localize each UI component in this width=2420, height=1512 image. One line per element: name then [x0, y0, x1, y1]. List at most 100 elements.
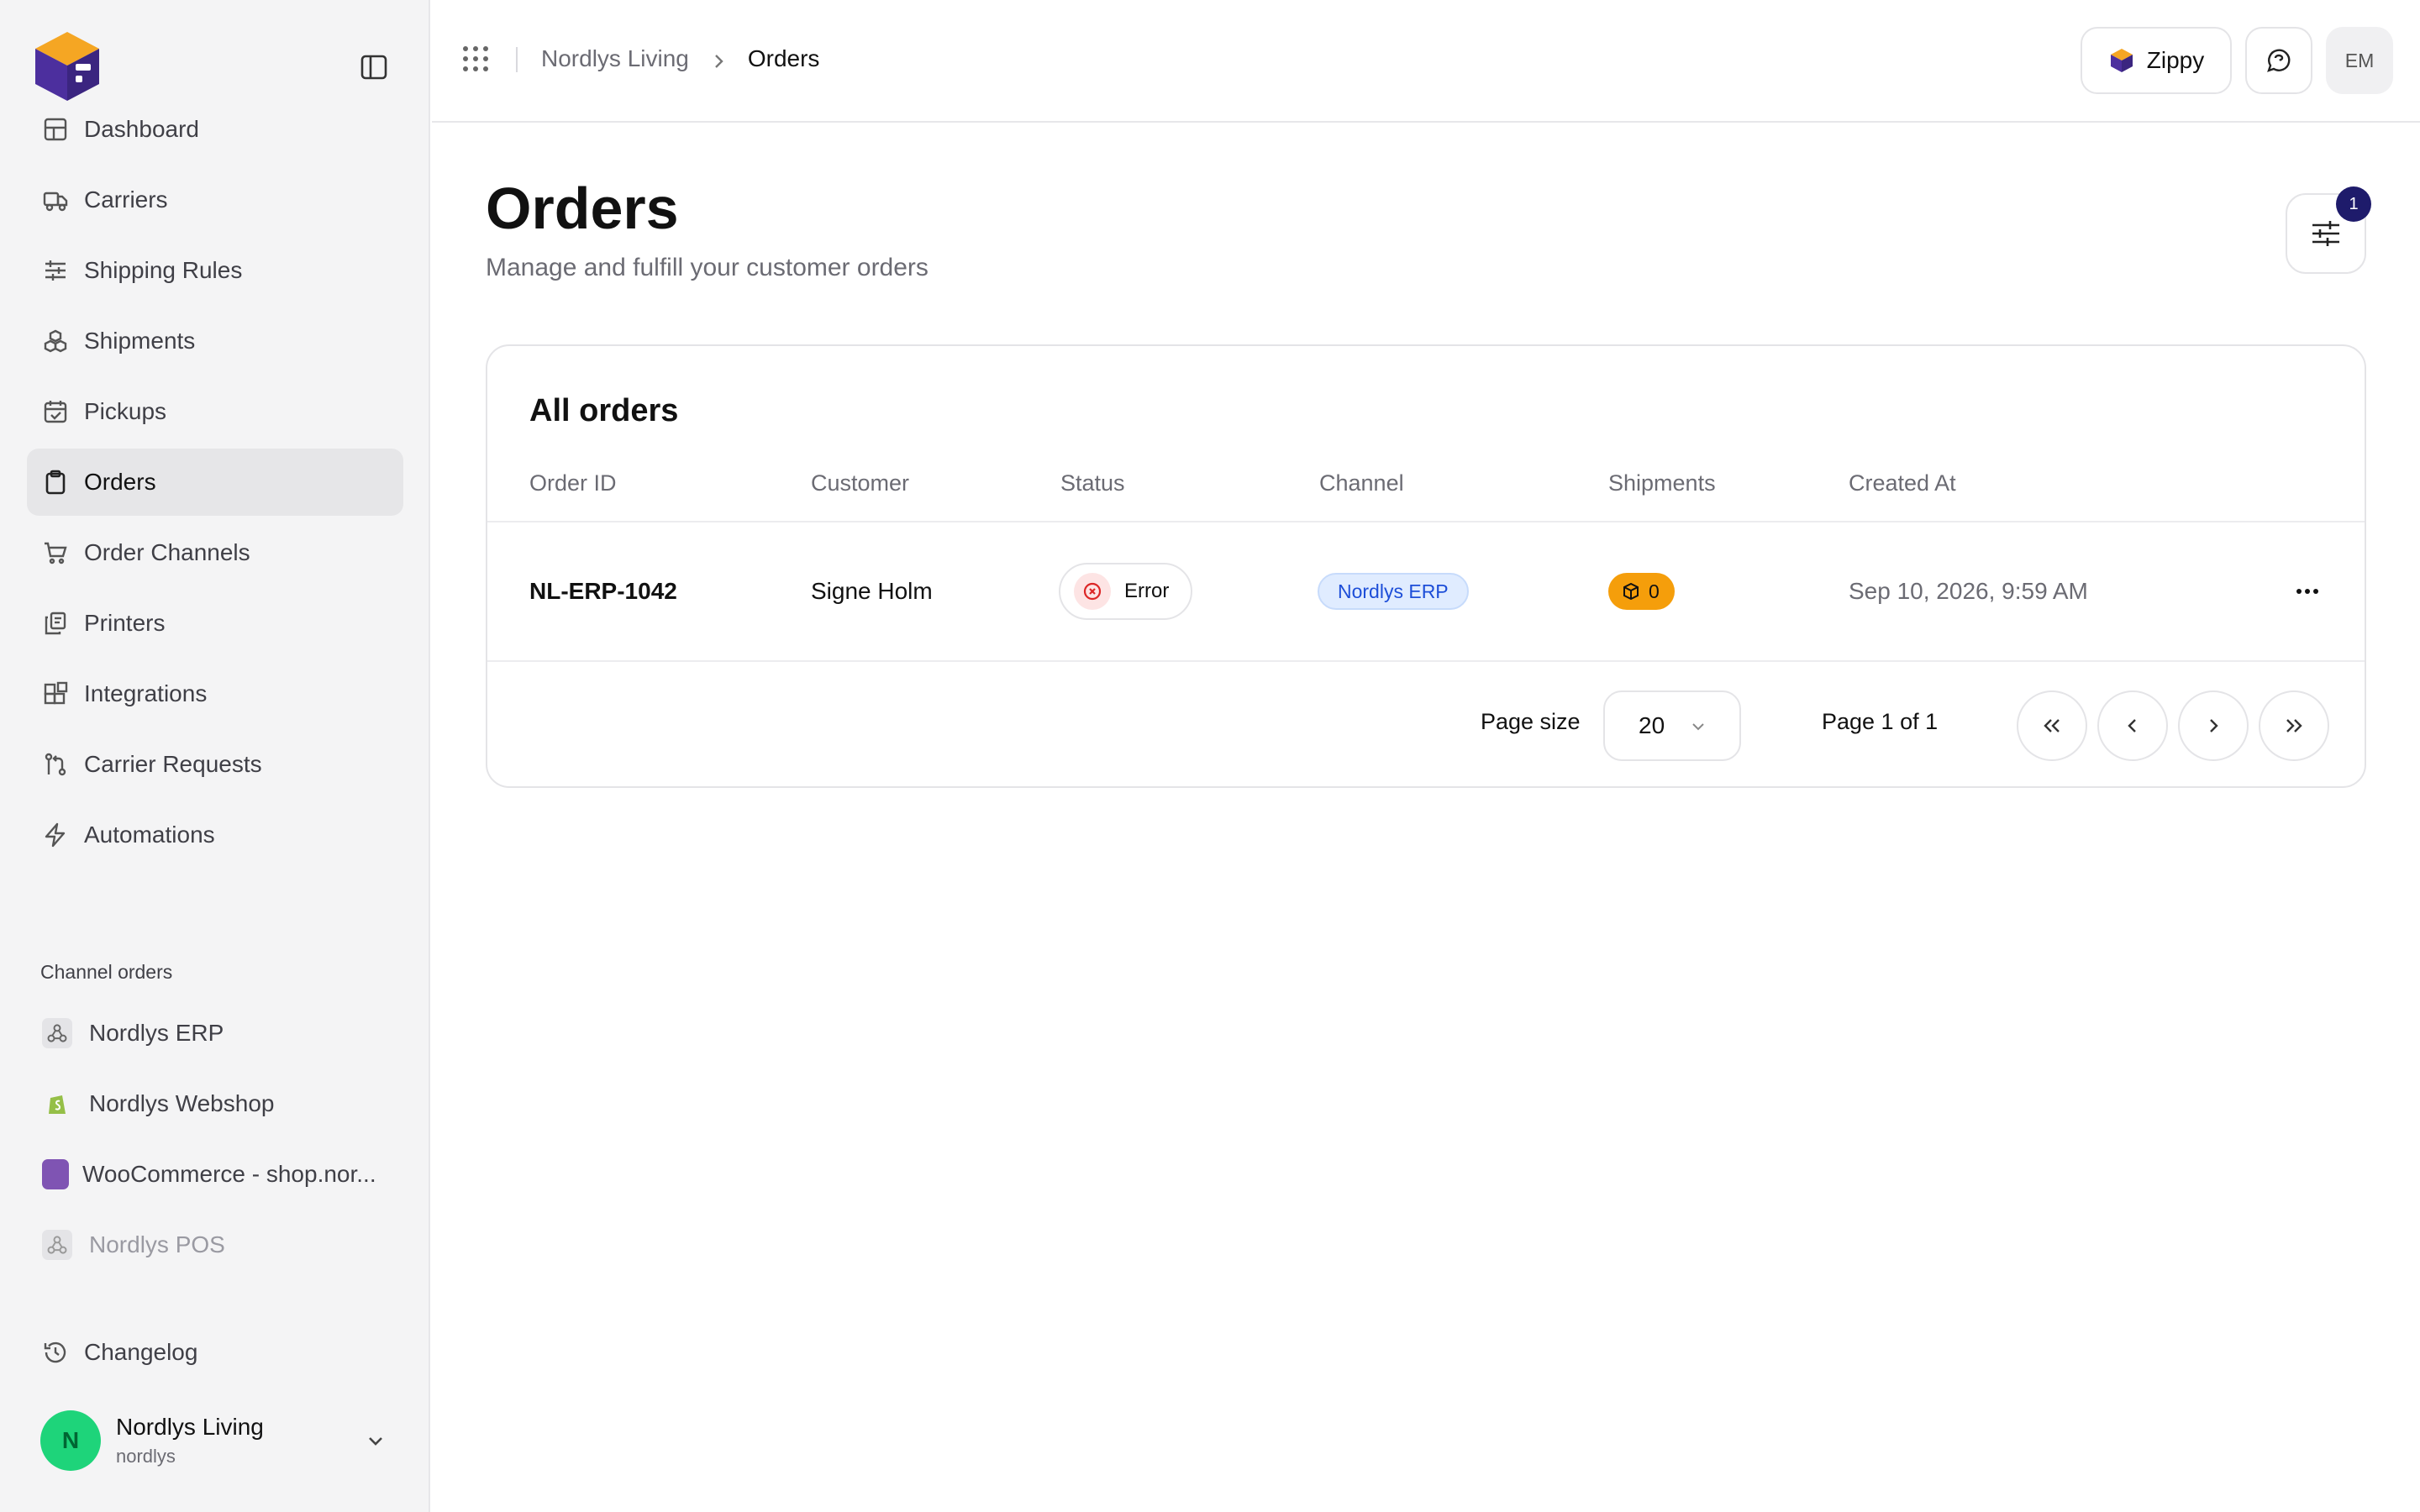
channel-label: Nordlys Webshop	[89, 1090, 275, 1116]
channel-item-nordlys-webshop[interactable]: Nordlys Webshop	[27, 1070, 403, 1137]
filter-count-badge: 1	[2336, 186, 2371, 222]
sidebar-item-orders[interactable]: Orders	[27, 449, 403, 516]
boxes-icon	[42, 328, 69, 354]
sidebar-item-automations[interactable]: Automations	[27, 801, 403, 869]
sidebar-item-label: Changelog	[84, 1339, 198, 1365]
page-subtitle: Manage and fulfill your customer orders	[486, 254, 929, 281]
cart-icon	[42, 539, 69, 566]
last-page-button[interactable]	[2259, 690, 2329, 761]
webhook-icon	[42, 1230, 72, 1260]
brand-logo-icon	[2110, 49, 2133, 72]
sidebar-item-printers[interactable]: Printers	[27, 590, 403, 657]
status-badge[interactable]: Error	[1059, 563, 1193, 620]
app-logo[interactable]	[29, 27, 106, 104]
channel-item-nordlys-erp[interactable]: Nordlys ERP	[27, 1000, 403, 1067]
calendar-check-icon	[42, 398, 69, 425]
account-switcher[interactable]: N Nordlys Living nordlys	[27, 1403, 403, 1478]
channel-item-woocommerce[interactable]: WooCommerce - shop.nor...	[27, 1141, 403, 1208]
column-header-shipments[interactable]: Shipments	[1608, 470, 1716, 496]
webhook-icon	[42, 1018, 72, 1048]
chevron-right-icon	[2210, 719, 2218, 732]
sidebar-item-changelog[interactable]: Changelog	[27, 1319, 403, 1386]
avatar: N	[40, 1410, 101, 1471]
chevron-right-icon	[709, 50, 728, 68]
more-horizontal-icon	[2296, 589, 2318, 594]
sidebar-toggle-icon[interactable]	[360, 54, 388, 81]
chevron-left-icon	[2128, 719, 2136, 732]
sidebar-item-label: Printers	[84, 610, 166, 636]
main-nav: Dashboard Carriers Shipping Rules Shipme…	[27, 96, 403, 872]
sidebar: Dashboard Carriers Shipping Rules Shipme…	[0, 0, 430, 1512]
truck-icon	[42, 186, 69, 213]
created-at-cell: Sep 10, 2026, 9:59 AM	[1849, 578, 2088, 604]
shipments-count: 0	[1649, 580, 1660, 602]
user-avatar-button[interactable]: EM	[2326, 27, 2393, 94]
column-header-created-at[interactable]: Created At	[1849, 470, 1956, 496]
sidebar-item-label: Carrier Requests	[84, 751, 262, 777]
customer-cell: Signe Holm	[811, 578, 933, 604]
divider	[487, 521, 2365, 522]
sidebar-item-shipments[interactable]: Shipments	[27, 307, 403, 375]
order-id-cell[interactable]: NL-ERP-1042	[529, 578, 677, 605]
first-page-button[interactable]	[2017, 690, 2087, 761]
package-icon	[1623, 582, 1639, 601]
sidebar-item-label: Dashboard	[84, 116, 199, 142]
sidebar-item-label: Automations	[84, 822, 215, 848]
next-page-button[interactable]	[2178, 690, 2249, 761]
status-label: Error	[1124, 580, 1170, 602]
page-title: Orders	[486, 176, 679, 241]
sidebar-item-pickups[interactable]: Pickups	[27, 378, 403, 445]
sidebar-item-label: Shipping Rules	[84, 257, 243, 283]
channel-item-nordlys-pos[interactable]: Nordlys POS	[27, 1211, 403, 1278]
git-pull-icon	[42, 751, 69, 778]
column-header-status[interactable]: Status	[1060, 470, 1125, 496]
chevron-down-icon	[363, 1428, 388, 1453]
channel-list: Nordlys ERP Nordlys Webshop WooCommerce …	[27, 1000, 403, 1282]
apps-grid-icon[interactable]	[460, 44, 491, 74]
divider	[516, 47, 518, 72]
account-name: Nordlys Living	[116, 1414, 264, 1440]
error-icon	[1074, 573, 1111, 610]
page-size-select[interactable]: 20	[1603, 690, 1741, 761]
sidebar-item-integrations[interactable]: Integrations	[27, 660, 403, 727]
page-size-label: Page size	[1481, 709, 1581, 734]
column-header-channel[interactable]: Channel	[1319, 470, 1404, 496]
chat-button[interactable]	[2245, 27, 2312, 94]
channel-orders-heading: Channel orders	[40, 961, 173, 983]
brand-switcher-button[interactable]: Zippy	[2081, 27, 2232, 94]
sliders-icon	[42, 257, 69, 284]
chevron-down-icon	[1692, 723, 1704, 731]
sidebar-item-carrier-requests[interactable]: Carrier Requests	[27, 731, 403, 798]
sidebar-item-label: Pickups	[84, 398, 167, 424]
channel-label: Nordlys POS	[89, 1231, 225, 1257]
breadcrumb: Nordlys Living Orders	[541, 45, 819, 72]
blocks-icon	[42, 680, 69, 707]
channel-label: WooCommerce - shop.nor...	[82, 1161, 376, 1187]
sidebar-item-label: Carriers	[84, 186, 168, 213]
column-header-order-id[interactable]: Order ID	[529, 470, 617, 496]
shopify-icon	[42, 1089, 72, 1119]
chevrons-right-icon	[2286, 719, 2302, 732]
brand-label: Zippy	[2146, 47, 2205, 73]
page-info: Page 1 of 1	[1822, 709, 1939, 734]
sidebar-item-dashboard[interactable]: Dashboard	[27, 96, 403, 163]
account-handle: nordlys	[116, 1446, 176, 1467]
row-actions-button[interactable]	[2282, 566, 2333, 617]
breadcrumb-current: Orders	[747, 45, 820, 71]
history-icon	[42, 1339, 69, 1366]
sidebar-item-order-channels[interactable]: Order Channels	[27, 519, 403, 586]
dashboard-icon	[42, 116, 69, 143]
chevrons-left-icon	[2044, 719, 2060, 732]
chat-icon	[2267, 49, 2291, 72]
channel-label: Nordlys ERP	[89, 1020, 224, 1046]
printer-copy-icon	[42, 610, 69, 637]
clipboard-icon	[42, 469, 69, 496]
sidebar-item-carriers[interactable]: Carriers	[27, 166, 403, 234]
woocommerce-icon	[42, 1159, 69, 1189]
column-header-customer[interactable]: Customer	[811, 470, 909, 496]
sidebar-item-shipping-rules[interactable]: Shipping Rules	[27, 237, 403, 304]
breadcrumb-parent[interactable]: Nordlys Living	[541, 45, 689, 72]
divider	[487, 660, 2365, 662]
previous-page-button[interactable]	[2097, 690, 2168, 761]
sliders-icon	[2312, 221, 2339, 246]
